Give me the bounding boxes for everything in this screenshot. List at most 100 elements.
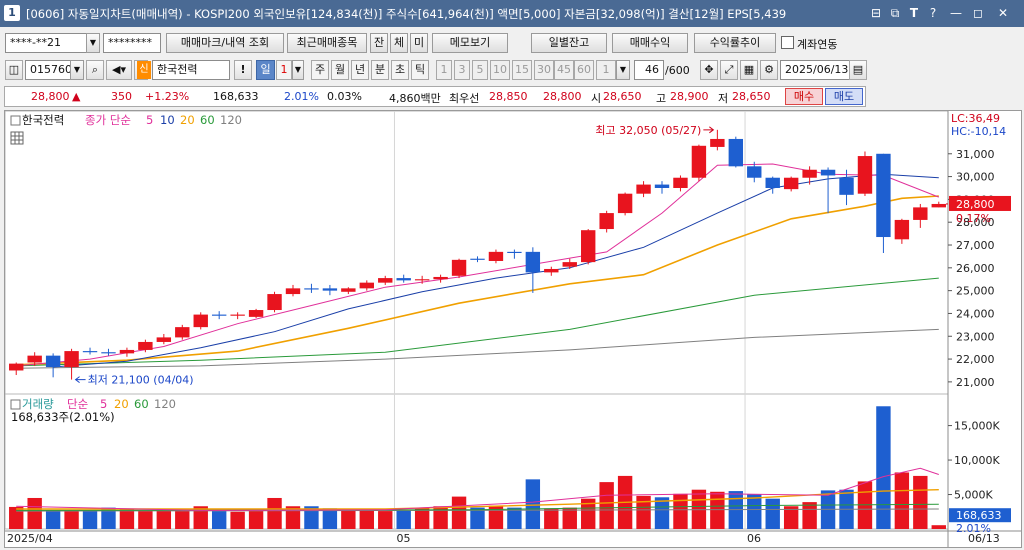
candle-body (488, 251, 504, 261)
interval-30-button[interactable]: 30 (534, 60, 554, 80)
volume-bar (175, 511, 190, 529)
interval-60-button[interactable]: 60 (574, 60, 594, 80)
volume-bar (802, 502, 817, 529)
close-icon[interactable]: ✕ (995, 5, 1011, 21)
stock-code-dropdown-icon[interactable]: ▼ (70, 60, 84, 80)
period-second-tab[interactable]: 초 (391, 60, 409, 80)
interval-dropdown-icon[interactable]: ▼ (616, 60, 630, 80)
settings-icon[interactable]: ⚙ (760, 60, 778, 80)
candle-body (913, 207, 928, 220)
interval-3-button[interactable]: 3 (454, 60, 470, 80)
stock-name-field[interactable]: 한국전력 (152, 60, 230, 80)
account-link-checkbox[interactable] (781, 36, 794, 49)
period-yearly-tab[interactable]: 년 (351, 60, 369, 80)
calendar-icon[interactable]: ▤ (849, 60, 867, 80)
candle-body (931, 203, 946, 208)
candle-body (101, 352, 116, 354)
candle-body (525, 251, 541, 273)
maximize-icon[interactable]: ◻ (970, 5, 986, 21)
interval-1-button[interactable]: 1 (436, 60, 452, 80)
candle-body (691, 145, 707, 178)
window-title: [0606] 자동일지차트(매매내역) - KOSPI200 외국인보유[124… (26, 7, 787, 21)
candle-body (728, 138, 744, 167)
price-tag: 28,800 (956, 198, 995, 211)
hc-label: HC:-10,14 (951, 125, 1006, 138)
x-tick-label: 06 (747, 532, 761, 545)
interval-10-button[interactable]: 10 (490, 60, 510, 80)
account-dropdown-icon[interactable]: ▼ (86, 33, 100, 53)
candle-body (562, 262, 577, 267)
font-size-icon[interactable]: T (906, 5, 922, 21)
candle-body (359, 282, 374, 289)
chart-svg[interactable]: 31,00030,00029,00028,00027,00026,00025,0… (4, 110, 1021, 547)
table-icon[interactable]: ▦ (740, 60, 758, 80)
window-pin-icon[interactable]: ⊟ (868, 5, 884, 21)
display-count-input[interactable]: 46 (634, 60, 664, 80)
memo-view-button[interactable]: 메모보기 (432, 33, 508, 53)
period-monthly-tab[interactable]: 월 (331, 60, 349, 80)
candle-body (710, 138, 725, 147)
candle-body (673, 177, 688, 188)
daily-balance-button[interactable]: 일별잔고 (531, 33, 607, 53)
window-link-icon[interactable]: ⧉ (887, 5, 903, 21)
trend-tool-icon[interactable]: ⤢ (720, 60, 738, 80)
volume-legend-ma-20: 20 (114, 397, 129, 411)
period-daily-tab[interactable]: 일 (256, 60, 275, 80)
volume-bar (913, 475, 928, 529)
layout-icon[interactable]: ◫ (5, 60, 23, 80)
period-tick-tab[interactable]: 틱 (411, 60, 429, 80)
sell-button[interactable]: 매도 (825, 88, 863, 105)
interval-custom-field[interactable]: 1 (596, 60, 616, 80)
candle-body (285, 288, 301, 295)
period-weekly-tab[interactable]: 주 (311, 60, 329, 80)
volume-bar (27, 497, 42, 529)
volume-bar (119, 509, 135, 529)
chart-panel[interactable]: 31,00030,00029,00028,00027,00026,00025,0… (4, 110, 1022, 548)
trade-profit-button[interactable]: 매매수익 (612, 33, 688, 53)
candle-body (857, 156, 873, 194)
quote-bar: 28,800 ▲ 350 +1.23% 168,633 2.01% 0.03% … (4, 86, 866, 107)
warning-icon[interactable]: ! (234, 60, 252, 80)
buy-button[interactable]: 매수 (785, 88, 823, 105)
candle-body (470, 258, 485, 260)
candle-body (138, 341, 153, 350)
volume-bar (931, 525, 946, 529)
search-icon[interactable]: ⌕ (86, 60, 104, 80)
volume-bar (894, 472, 910, 529)
period-dropdown-icon[interactable]: ▼ (292, 60, 304, 80)
minimize-icon[interactable]: — (948, 5, 964, 21)
unexecuted-button[interactable]: 미 (410, 33, 428, 53)
recent-trades-button[interactable]: 최근매매종목 (287, 33, 367, 53)
period-multiplier-field[interactable]: 1 (276, 60, 292, 80)
candle-body (175, 327, 190, 338)
candle-body (322, 288, 338, 291)
volume-legend-ma-120: 120 (154, 397, 176, 411)
candle-body (617, 193, 633, 214)
volume-bar (341, 509, 356, 529)
price-tick-label: 21,000 (956, 376, 995, 389)
return-trend-button[interactable]: 수익률추이 (694, 33, 776, 53)
interval-15-button[interactable]: 15 (512, 60, 532, 80)
help-icon[interactable]: ? (925, 5, 941, 21)
executed-button[interactable]: 체 (390, 33, 408, 53)
interval-5-button[interactable]: 5 (472, 60, 488, 80)
x-tick-label: 05 (396, 532, 410, 545)
price-pane-frame (4, 110, 949, 395)
date-input[interactable]: 2025/06/13 (780, 60, 850, 80)
crosshair-icon[interactable]: ✥ (700, 60, 718, 80)
password-field[interactable]: ******** (103, 33, 161, 53)
open-label: 시 (591, 92, 602, 105)
high-annotation: 최고 32,050 (05/27) (595, 124, 701, 137)
account-field[interactable]: ****-**21 (5, 33, 87, 53)
period-minute-tab[interactable]: 분 (371, 60, 389, 80)
stock-code-input[interactable]: 015760 (25, 60, 71, 80)
trade-mark-query-button[interactable]: 매매마크/내역 조회 (166, 33, 284, 53)
sound-icon[interactable]: ◀▾ (106, 60, 132, 80)
volume-tick-label: 15,000K (954, 420, 1000, 433)
x-tick-label: 06/13 (968, 532, 1000, 545)
interval-45-button[interactable]: 45 (554, 60, 574, 80)
volume-bar (248, 511, 264, 529)
bid-price: 28,800 (543, 90, 582, 103)
balance-button[interactable]: 잔 (370, 33, 388, 53)
price-tick-label: 25,000 (956, 285, 995, 298)
